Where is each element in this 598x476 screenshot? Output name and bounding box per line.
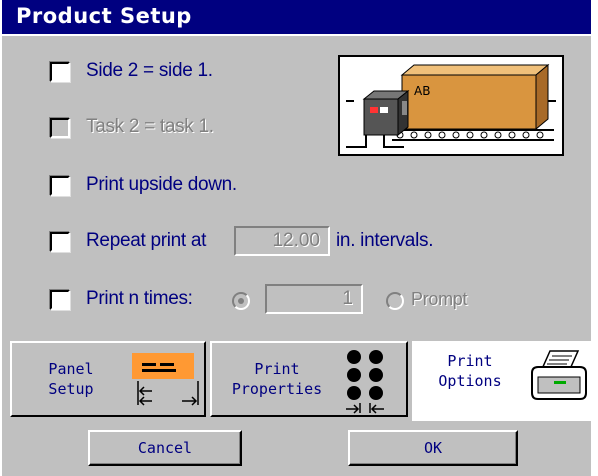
task2-checkbox [50,118,70,138]
panel-layout-icon [132,353,199,406]
ntimes-count-radio[interactable] [232,292,250,310]
prompt-label: Prompt [411,289,468,309]
title-bar: Product Setup [2,0,591,36]
ntimes-label: Print n times: [86,288,193,309]
preview-box-text: AB [414,84,430,98]
tab-print-properties-line2: Properties [231,380,323,398]
printer-conveyor-illustration: AB [346,63,556,148]
side2-label: Side 2 = side 1. [86,60,213,81]
tab-print-options-line1: Print [447,352,493,370]
printer-icon [531,350,587,400]
repeat-label: Repeat print at [86,230,207,251]
ok-button[interactable]: OK [348,430,518,466]
tab-print-properties[interactable]: Print Properties [210,341,408,417]
tab-print-options-line2: Options [438,372,502,390]
tab-print-options[interactable]: Print Options [412,341,593,421]
prompt-radio[interactable] [386,292,404,310]
upside-down-label: Print upside down. [86,174,237,195]
tab-bar: Panel Setup Print Properties Print Optio… [10,341,593,421]
ntimes-checkbox[interactable] [50,290,70,310]
ntimes-count-field[interactable]: 1 [265,284,363,314]
repeat-suffix-label: in. intervals. [336,230,434,251]
product-setup-window: Product Setup Side 2 = side 1. Task 2 = … [0,0,593,476]
tab-panel-setup-line1: Panel [48,360,94,378]
window-title: Product Setup [16,4,192,28]
repeat-interval-field[interactable]: 12.00 [234,226,330,256]
repeat-checkbox[interactable] [50,232,70,252]
tab-panel-setup-line2: Setup [48,380,94,398]
tab-print-properties-line1: Print [254,360,300,378]
side2-checkbox[interactable] [50,62,70,82]
dot-matrix-icon [346,350,384,414]
product-preview: AB [338,55,564,156]
upside-down-checkbox[interactable] [50,176,70,196]
task2-label: Task 2 = task 1. [86,116,214,137]
cancel-button[interactable]: Cancel [88,430,242,466]
tab-panel-setup[interactable]: Panel Setup [10,341,206,417]
